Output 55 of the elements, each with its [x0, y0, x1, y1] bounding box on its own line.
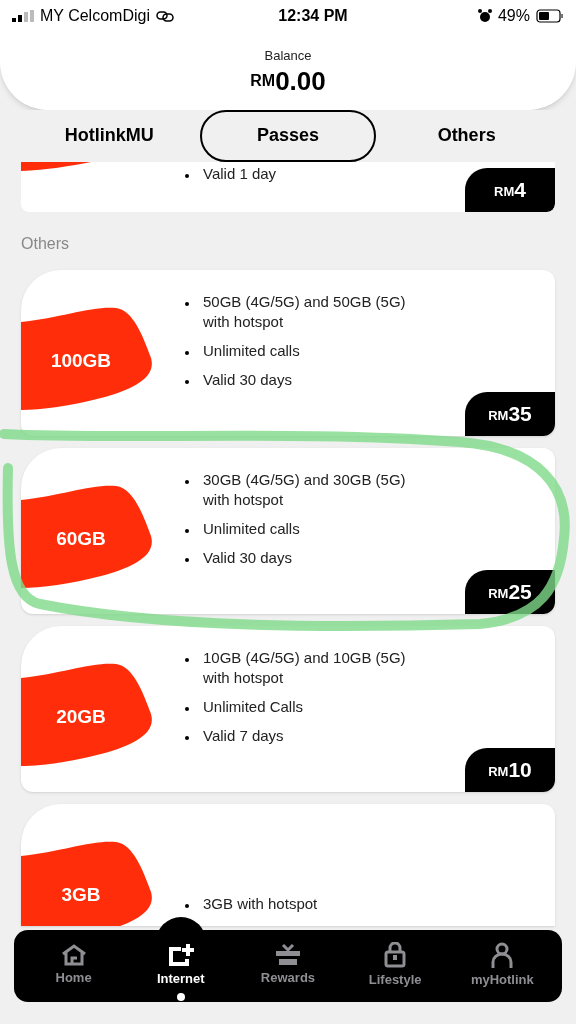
- price-tag: RM10: [465, 747, 555, 792]
- data-amount: 60GB: [56, 527, 106, 552]
- data-amount: 3GB: [61, 883, 101, 908]
- bullet-icon: [185, 657, 189, 662]
- user-icon: [491, 942, 514, 969]
- lock-icon: [384, 942, 407, 969]
- tab[interactable]: Others: [378, 109, 555, 162]
- link-icon: [155, 10, 174, 22]
- bullet-icon: [185, 903, 189, 908]
- price-tag: RM4: [465, 167, 555, 212]
- bullet-icon: [185, 350, 189, 355]
- signal-icon: [12, 10, 34, 22]
- nav-item[interactable]: Lifestyle: [345, 942, 446, 990]
- bullet-icon: [185, 735, 189, 740]
- bullet-icon: [185, 528, 189, 533]
- feature-text: 3GB with hotspot: [203, 893, 318, 914]
- home-icon: [60, 944, 87, 967]
- feature-text: Unlimited calls: [203, 340, 300, 361]
- pass-card[interactable]: Valid 1 day RM4: [21, 161, 555, 212]
- feature-text: 10GB (4G/5G) and 10GB (5G) with hotspot: [203, 647, 407, 688]
- feature-text: Valid 7 days: [203, 725, 284, 746]
- feature-text: Valid 30 days: [203, 369, 292, 390]
- section-title: Others: [21, 233, 70, 254]
- battery-icon: [536, 9, 564, 23]
- gift-icon: [274, 944, 301, 967]
- bullet-icon: [185, 557, 189, 562]
- data-amount: 100GB: [50, 349, 112, 374]
- pass-card[interactable]: 100GB 50GB (4G/5G) and 50GB (5G) with hotspot Unlimited calls Valid 30 days RM35: [21, 269, 555, 436]
- bullet-icon: [185, 301, 189, 306]
- feature-text: 30GB (4G/5G) and 30GB (5G) with hotspot: [203, 469, 407, 510]
- feature-text: Valid 1 day: [203, 163, 277, 184]
- carrier-name: MY CelcomDigi: [40, 6, 150, 26]
- tab[interactable]: HotlinkMU: [21, 109, 198, 162]
- clock-time: 12:34 PM: [277, 6, 349, 26]
- feature-text: Unlimited calls: [203, 518, 300, 539]
- pass-card[interactable]: 60GB 30GB (4G/5G) and 30GB (5G) with hotspot Unlimited calls Valid 30 days RM25: [21, 447, 555, 614]
- add-pass-icon: [166, 943, 195, 968]
- pass-card[interactable]: 3GB 3GB with hotspot: [21, 803, 555, 926]
- alarm-icon: [477, 9, 492, 23]
- bullet-icon: [185, 379, 189, 384]
- feature-text: Unlimited Calls: [203, 696, 304, 717]
- nav-item[interactable]: Rewards: [237, 944, 338, 988]
- bullet-icon: [185, 706, 189, 711]
- pass-card[interactable]: 20GB 10GB (4G/5G) and 10GB (5G) with hotspot Unlimited Calls Valid 7 days RM10: [21, 625, 555, 792]
- battery-percent: 49%: [497, 6, 530, 26]
- nav-item[interactable]: Home: [23, 944, 124, 988]
- data-blob: [21, 161, 91, 172]
- balance-label: Balance: [264, 47, 312, 65]
- price-tag: RM35: [465, 391, 555, 436]
- bullet-icon: [185, 173, 189, 178]
- feature-text: 50GB (4G/5G) and 50GB (5G) with hotspot: [203, 291, 407, 332]
- nav-item[interactable]: myHotlink: [452, 942, 553, 990]
- data-amount: 20GB: [56, 705, 106, 730]
- bullet-icon: [185, 479, 189, 484]
- feature-text: Valid 30 days: [203, 547, 292, 568]
